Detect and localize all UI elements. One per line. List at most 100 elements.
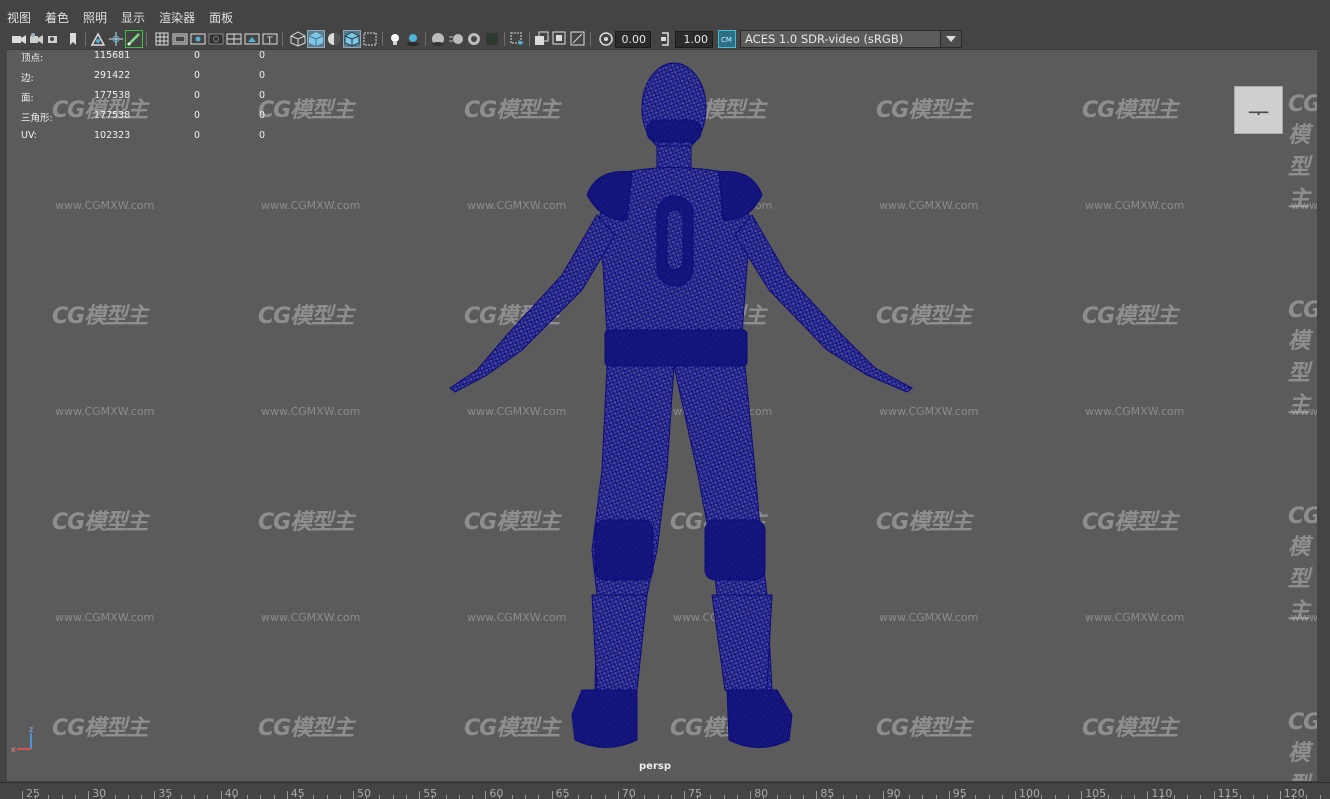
hud-total-value: 115681 — [94, 50, 131, 61]
xray-icon[interactable] — [362, 31, 378, 47]
ruler-tick — [789, 795, 791, 799]
menu-panels[interactable]: 面板 — [202, 9, 240, 26]
hud-total-value: 177538 — [94, 110, 131, 121]
menu-shading[interactable]: 着色 — [38, 9, 76, 26]
camera-attributes-icon[interactable] — [29, 31, 45, 47]
wireframe-icon[interactable] — [290, 31, 306, 47]
menu-view[interactable]: 视图 — [0, 9, 38, 26]
image-plane-icon[interactable] — [90, 31, 106, 47]
ruler-tick — [1253, 795, 1255, 799]
default-material-icon[interactable] — [326, 31, 342, 47]
svg-text:T: T — [266, 36, 273, 46]
wireframe-on-shaded-icon[interactable] — [343, 30, 361, 48]
two-sided-lighting-icon[interactable] — [570, 31, 586, 47]
ruler-tick — [591, 795, 593, 799]
color-management-icon[interactable]: CM — [718, 30, 736, 48]
shading-tools-group — [289, 30, 594, 48]
hud-label: UV: — [21, 130, 37, 141]
ruler-tick — [498, 795, 500, 799]
ruler-tick — [472, 795, 474, 799]
back-panel-inner — [666, 209, 684, 271]
hud-total-value: 102323 — [94, 130, 131, 141]
ruler-tick — [1160, 795, 1162, 799]
axis-z-label: z — [29, 725, 33, 734]
right-knee-pad — [704, 519, 766, 581]
film-gate-icon[interactable] — [172, 31, 188, 47]
ruler-tick — [856, 795, 858, 799]
ruler-tick — [842, 795, 844, 799]
exposure-icon[interactable] — [598, 31, 614, 47]
camera-pivot-icon[interactable] — [108, 31, 124, 47]
menu-lighting[interactable]: 照明 — [76, 9, 114, 26]
grease-pencil-icon[interactable] — [125, 30, 143, 48]
ruler-tick — [763, 795, 765, 799]
perspective-viewport[interactable]: CG模型主 CG模型主 CG模型主 CG模型主 www.CGMXW.com www.CGM… — [7, 49, 1317, 781]
left-shin-guard — [591, 594, 648, 691]
motion-blur-icon[interactable] — [448, 31, 464, 47]
ruler-tick — [167, 795, 169, 799]
gamma-icon[interactable] — [658, 31, 674, 47]
ruler-tick-label: 120 — [1283, 787, 1305, 799]
resolution-gate-icon[interactable] — [190, 31, 206, 47]
grid-icon[interactable] — [154, 31, 170, 47]
character-body — [449, 62, 913, 748]
ruler-tick-label: 95 — [952, 787, 967, 799]
ruler-tick — [511, 795, 513, 799]
texture-icon[interactable] — [534, 31, 550, 47]
multisample-aa-icon[interactable] — [466, 31, 482, 47]
left-arm — [449, 214, 616, 393]
gamma-field[interactable]: 1.00 — [675, 30, 713, 48]
gate-mask-icon[interactable] — [208, 31, 224, 47]
ruler-tick — [300, 795, 302, 799]
ruler-tick-label: 60 — [489, 787, 504, 799]
field-chart-icon[interactable] — [226, 31, 242, 47]
ruler-tick-label: 40 — [224, 787, 239, 799]
hud-triangle-value: 0 — [259, 90, 266, 101]
color-tools-group: 0.00 1.00 CM ACES 1.0 SDR-video (sRGB) — [597, 30, 962, 48]
belt — [604, 329, 748, 367]
ruler-tick — [829, 795, 831, 799]
ruler-tick — [1041, 795, 1043, 799]
safe-title-icon[interactable]: T — [262, 31, 278, 47]
depth-of-field-icon[interactable] — [484, 31, 500, 47]
isolate-select-icon[interactable] — [509, 31, 525, 47]
select-camera-icon[interactable] — [11, 31, 27, 47]
ruler-tick-label: 45 — [290, 787, 305, 799]
camera-pan-zoom-icon[interactable] — [552, 31, 568, 47]
view-cube[interactable]: ᅮ — [1234, 86, 1283, 134]
time-slider-ruler[interactable]: 25 30 35 40 45 50 55 60 65 70 75 80 85 90 95 100 105 110 1… — [0, 782, 1330, 799]
safe-action-icon[interactable] — [244, 31, 260, 47]
bookmark-icon[interactable] — [65, 31, 81, 47]
axis-gizmo: z x — [9, 725, 39, 759]
camera-lock-icon[interactable] — [47, 31, 63, 47]
use-all-lights-icon[interactable] — [387, 31, 403, 47]
ruler-tick — [74, 795, 76, 799]
ruler-tick-label: 110 — [1151, 787, 1173, 799]
hud-label: 面: — [21, 93, 34, 104]
display-tools-group: T — [153, 31, 286, 47]
ruler-tick-label: 100 — [1019, 787, 1040, 799]
view-transform-dropdown[interactable]: ACES 1.0 SDR-video (sRGB) — [740, 30, 962, 48]
exposure-field[interactable]: 0.00 — [615, 30, 651, 48]
left-boot — [571, 689, 638, 748]
ruler-tick — [988, 795, 990, 799]
ruler-tick — [1200, 795, 1202, 799]
ruler-tick — [233, 795, 235, 799]
shadows-icon[interactable] — [405, 31, 421, 47]
right-shin-guard — [711, 594, 773, 691]
ruler-tick — [697, 795, 699, 799]
ruler-tick-label: 55 — [423, 787, 438, 799]
screen-space-ao-icon[interactable] — [430, 31, 446, 47]
left-shoulder-pad — [586, 170, 633, 221]
ruler-tick — [1067, 795, 1069, 799]
character-wireframe-model[interactable] — [7, 50, 1317, 781]
smooth-shade-icon[interactable] — [307, 30, 325, 48]
menu-show[interactable]: 显示 — [114, 9, 152, 26]
menu-renderer[interactable]: 渲染器 — [152, 9, 202, 26]
ruler-tick-label: 75 — [688, 787, 702, 799]
chevron-down-icon[interactable] — [940, 31, 961, 47]
ruler-tick — [101, 795, 103, 799]
ruler-tick — [1187, 795, 1189, 799]
ruler-tick — [1120, 795, 1122, 799]
ruler-tick — [736, 795, 738, 799]
